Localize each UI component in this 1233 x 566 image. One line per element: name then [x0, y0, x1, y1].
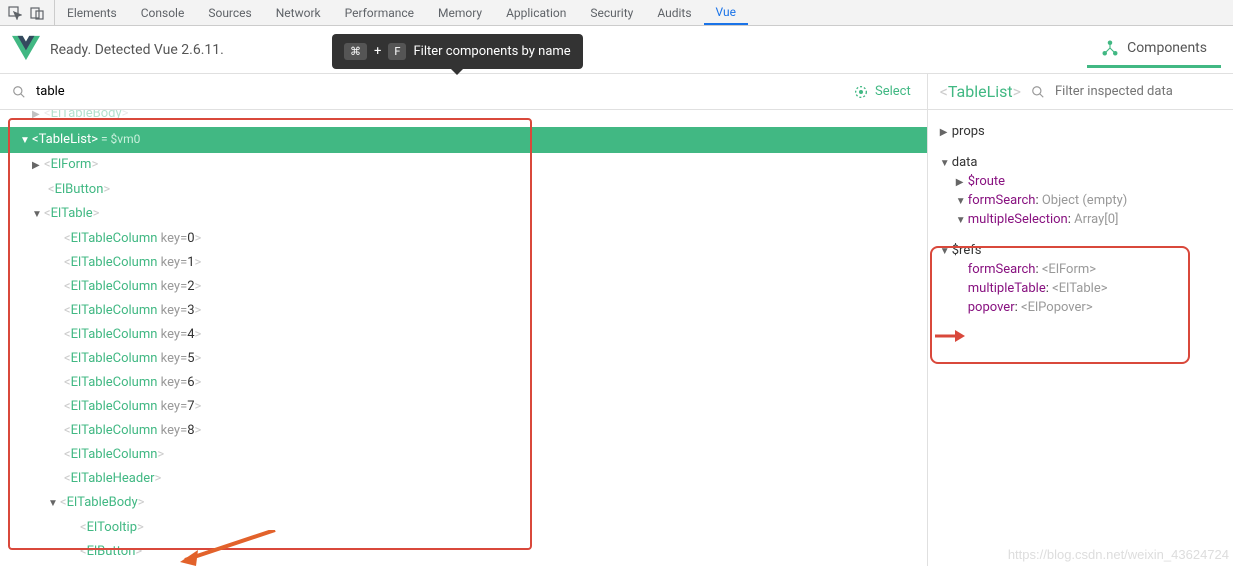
inspect-element-icon[interactable]: [8, 6, 22, 20]
annotation-arrow-right: [935, 330, 965, 342]
data-multipleselection[interactable]: ▼multipleSelection: Array[0]: [940, 210, 1221, 229]
vue-ready-text: Ready. Detected Vue 2.6.11.: [50, 42, 224, 58]
components-label: Components: [1127, 40, 1207, 56]
tab-memory[interactable]: Memory: [426, 0, 494, 25]
filter-input[interactable]: [36, 84, 843, 99]
tab-performance[interactable]: Performance: [333, 0, 426, 25]
tab-vue[interactable]: Vue: [704, 0, 748, 25]
select-label: Select: [875, 84, 911, 99]
tree-row[interactable]: <ElTableColumn key=3>: [0, 299, 927, 323]
tree-row[interactable]: ▼<ElTableBody>: [0, 491, 927, 516]
tab-elements[interactable]: Elements: [55, 0, 129, 25]
ref-formsearch[interactable]: formSearch: <ElForm>: [940, 260, 1221, 279]
tree-row[interactable]: <ElTableColumn key=7>: [0, 395, 927, 419]
inspected-component-name: <TableList>: [940, 82, 1021, 101]
data-section[interactable]: ▼data: [940, 153, 1221, 172]
kbd-f: F: [388, 43, 406, 60]
tree-row[interactable]: <ElTableColumn>: [0, 443, 927, 467]
filter-tooltip: ⌘ + F Filter components by name: [332, 34, 583, 69]
tree-row[interactable]: <ElTableColumn key=1>: [0, 251, 927, 275]
kbd-plus: +: [374, 44, 381, 59]
component-tree: ▶<ElTableBody> ▼<TableList> = $vm0 ▶<ElF…: [0, 110, 927, 566]
tooltip-text: Filter components by name: [413, 44, 570, 59]
ref-popover[interactable]: popover: <ElPopover>: [940, 298, 1221, 317]
tab-security[interactable]: Security: [578, 0, 645, 25]
tree-row[interactable]: ▶<ElForm>: [0, 153, 927, 178]
ref-multipletable[interactable]: multipleTable: <ElTable>: [940, 279, 1221, 298]
tab-audits[interactable]: Audits: [645, 0, 703, 25]
props-section[interactable]: ▶props: [940, 122, 1221, 141]
components-icon: [1101, 39, 1119, 57]
tree-row[interactable]: <ElTableColumn key=2>: [0, 275, 927, 299]
select-button[interactable]: Select: [853, 84, 915, 100]
tree-row[interactable]: <ElTableColumn key=8>: [0, 419, 927, 443]
devtools-top-tabs: Elements Console Sources Network Perform…: [0, 0, 1233, 26]
vue-header: Ready. Detected Vue 2.6.11. ⌘ + F Filter…: [0, 26, 1233, 74]
components-tab[interactable]: Components: [1087, 31, 1221, 68]
tree-row[interactable]: <ElTableColumn key=4>: [0, 323, 927, 347]
search-icon: [12, 85, 26, 99]
tab-console[interactable]: Console: [129, 0, 197, 25]
device-icon[interactable]: [30, 6, 44, 20]
tab-sources[interactable]: Sources: [196, 0, 263, 25]
tree-row[interactable]: <ElButton>: [0, 178, 927, 202]
inspect-icons: [8, 0, 55, 25]
tree-row[interactable]: <ElButton>: [0, 540, 927, 564]
tree-row[interactable]: ▼<ElTable>: [0, 202, 927, 227]
tree-row[interactable]: <ElTooltip>: [0, 516, 927, 540]
refs-section[interactable]: ▼$refs: [940, 241, 1221, 260]
filter-bar: Select: [0, 74, 927, 110]
main-area: Select ▶<ElTableBody> ▼<TableList> = $vm…: [0, 74, 1233, 566]
tree-row[interactable]: ▶<ElTableBody>: [0, 110, 927, 127]
tree-row[interactable]: <ElTableColumn key=6>: [0, 371, 927, 395]
vue-logo-icon: [12, 34, 40, 65]
search-icon: [1031, 85, 1045, 99]
left-panel: Select ▶<ElTableBody> ▼<TableList> = $vm…: [0, 74, 928, 566]
filter-inspected-input[interactable]: [1055, 84, 1221, 99]
data-route[interactable]: ▶$route: [940, 172, 1221, 191]
right-panel: <TableList> ▶props ▼data ▶$route ▼formSe…: [928, 74, 1233, 566]
kbd-cmd: ⌘: [344, 43, 367, 60]
tab-network[interactable]: Network: [264, 0, 333, 25]
watermark: https://blog.csdn.net/weixin_43624724: [1008, 547, 1229, 562]
tab-application[interactable]: Application: [494, 0, 578, 25]
tree-row[interactable]: <ElTableHeader>: [0, 467, 927, 491]
inspector: ▶props ▼data ▶$route ▼formSearch: Object…: [928, 110, 1233, 323]
tree-row-selected[interactable]: ▼<TableList> = $vm0: [0, 127, 927, 153]
tree-row[interactable]: <ElTableColumn key=0>: [0, 227, 927, 251]
tree-row[interactable]: <ElTableColumn key=5>: [0, 347, 927, 371]
data-formsearch[interactable]: ▼formSearch: Object (empty): [940, 191, 1221, 210]
target-icon: [853, 84, 869, 100]
right-header: <TableList>: [928, 74, 1233, 110]
